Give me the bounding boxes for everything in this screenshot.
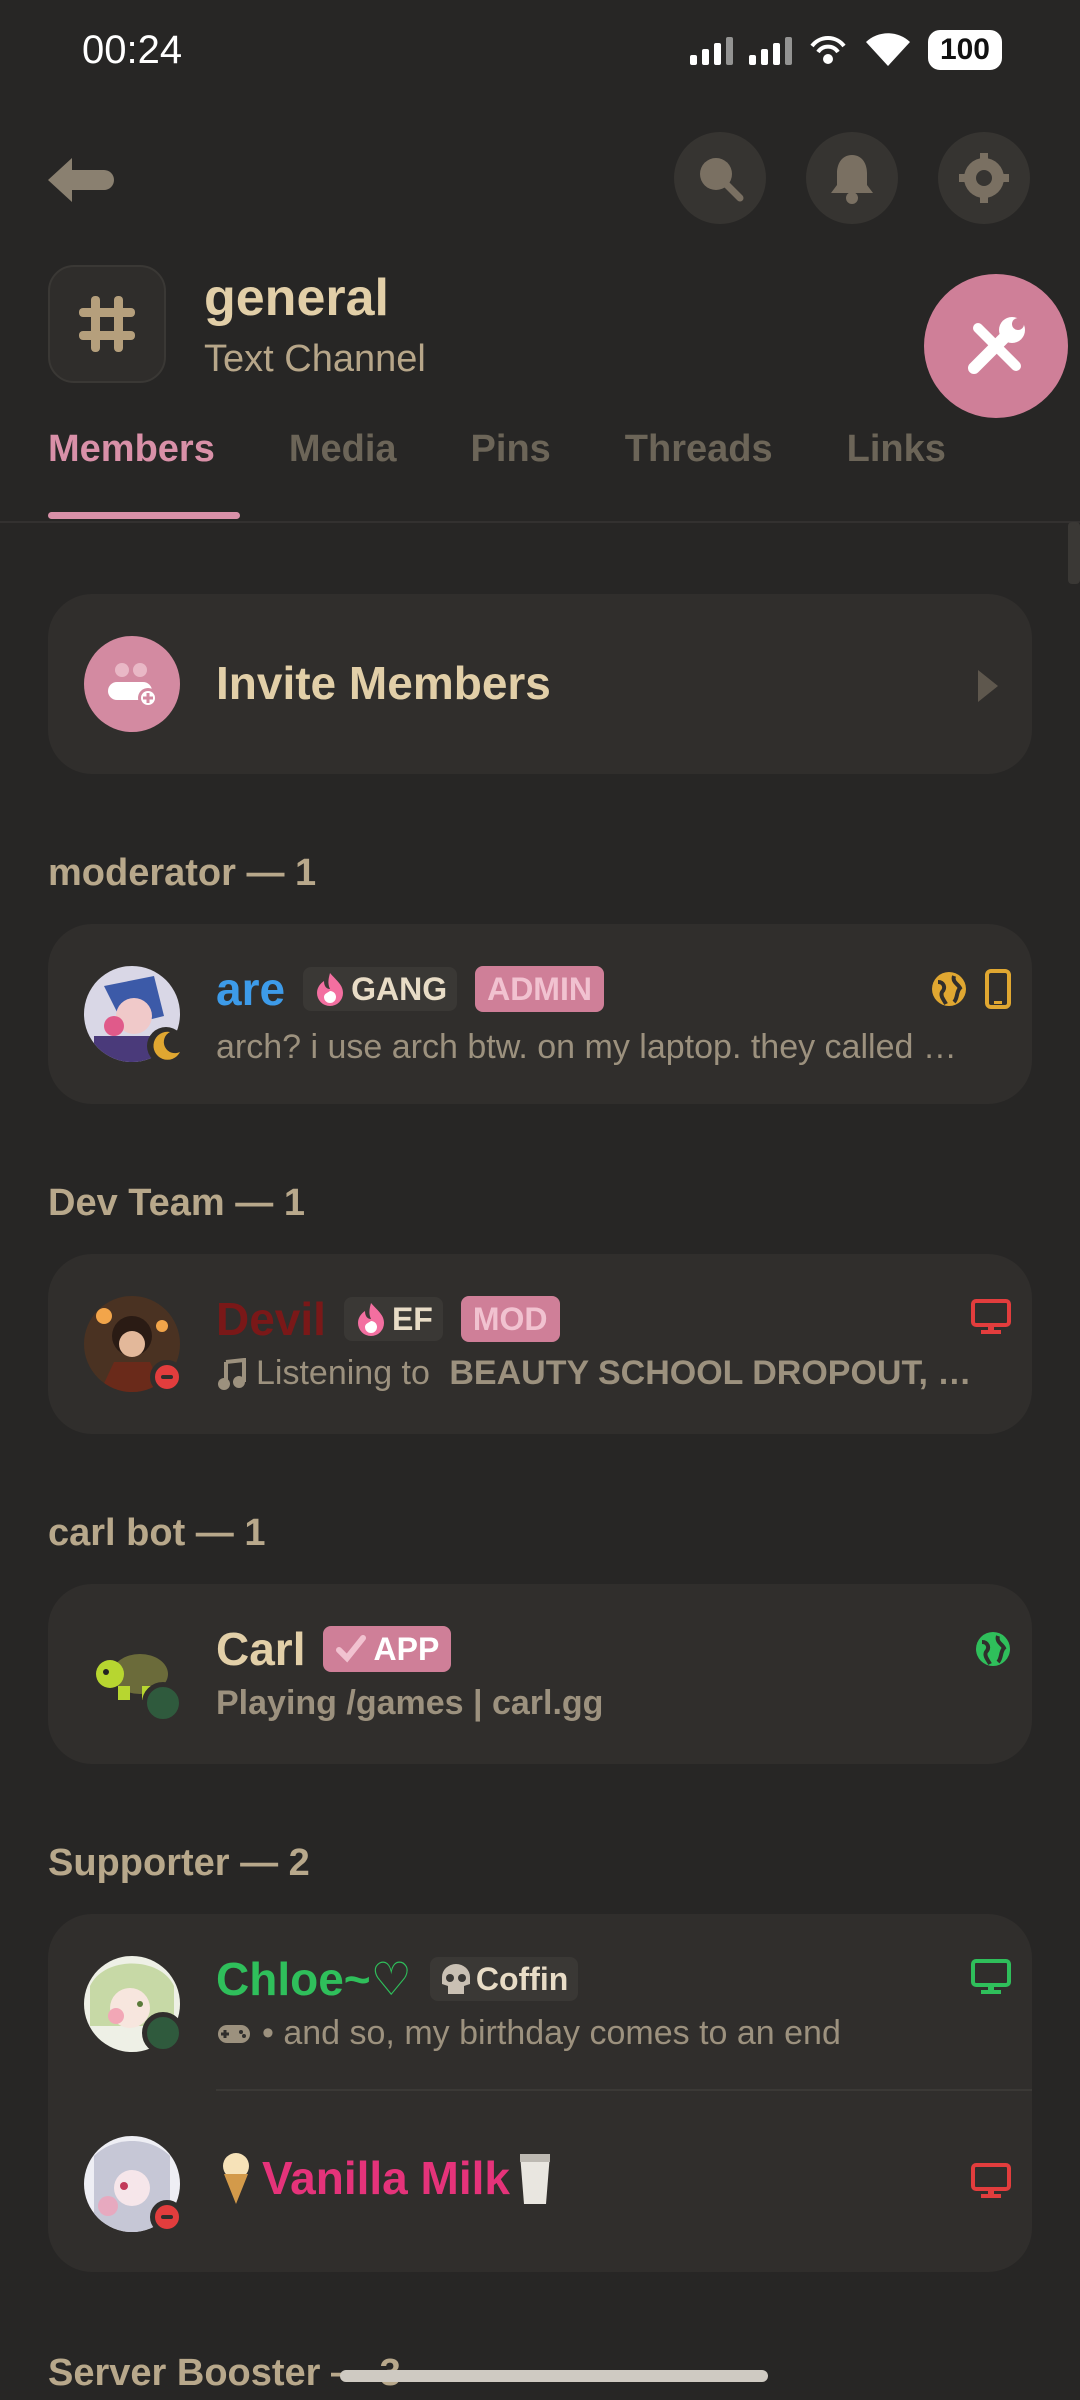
member-status-text: Playing /games | carl.gg [216,1684,604,1722]
member-name: are [216,963,286,1015]
member-name: Chloe~♡ [216,1953,412,2005]
scrollbar[interactable] [1068,522,1080,584]
online-status-icon [142,1682,184,1724]
tab-media[interactable]: Media [289,428,397,471]
dnd-status-icon [150,2200,184,2234]
section-header: carl bot — 1 [48,1512,266,1554]
chevron-right-icon [978,670,998,702]
avatar [84,966,185,1065]
member-name: Devil [216,1293,326,1345]
avatar [84,2136,184,2234]
avatar [84,1956,184,2054]
invite-icon [84,636,180,732]
member-name-row: Devil EF MOD [216,1292,560,1346]
server-tag: Coffin [429,1957,579,2001]
hotspot-icon [810,36,846,64]
add-member-icon [108,663,158,708]
server-tag-label: EF [391,1300,433,1337]
member-status-text: arch? i use arch btw. on my laptop. they… [216,1028,957,1066]
avatar [84,1626,184,1724]
milk-glass-icon [520,2154,550,2204]
flame-icon [317,973,344,1006]
device-icons [974,1630,1012,1668]
status-text: • and so, my birthday comes to an end [262,2014,841,2052]
settings-button[interactable] [938,132,1030,224]
music-note-icon [218,1357,246,1390]
desktop-icon [971,1299,1011,1334]
bell-icon [831,155,873,204]
tab-pins[interactable]: Pins [471,428,551,471]
member-name-row: Vanilla Milk [216,2150,554,2206]
dnd-status-icon [150,1360,184,1394]
app-badge-label: APP [373,1630,440,1667]
status-icons: 100 [689,30,1002,70]
wrench-icon [968,317,1025,374]
channel-settings-fab[interactable] [924,274,1068,418]
channel-name: general [204,269,389,327]
back-arrow-icon [48,158,114,202]
server-tag: GANG [303,967,458,1011]
tab-divider [0,521,1080,523]
desktop-icon [971,2163,1011,2198]
activity-prefix: Listening to [256,1354,440,1392]
member-status-text: Listening to BEAUTY SCHOOL DROPOUT, … [216,1354,996,1393]
mobile-icon [985,969,1011,1009]
signal-icon [689,35,733,65]
section-header: moderator — 1 [48,852,317,894]
signal-icon-2 [748,35,792,65]
channel-icon [48,265,166,383]
web-icon [976,1632,1010,1666]
web-icon [932,972,966,1006]
hashtag-icon [79,296,135,352]
activity-title: BEAUTY SCHOOL DROPOUT, … [449,1354,972,1392]
gear-icon [959,153,1009,203]
idle-status-icon [147,1027,185,1065]
device-icons [970,1298,1012,1336]
device-icons [930,968,1012,1010]
role-badge: MOD [460,1296,560,1342]
device-icons [970,1958,1012,1996]
notifications-button[interactable] [806,132,898,224]
member-name: Vanilla Milk [262,2152,510,2204]
invite-members-label: Invite Members [216,657,551,709]
tab-links[interactable]: Links [847,428,946,471]
device-icons [970,2162,1012,2200]
ice-cream-icon [223,2153,249,2204]
checkmark-icon [336,1635,367,1663]
member-name-row: are GANG ADMIN [216,962,604,1016]
server-tag-label: GANG [351,970,448,1007]
desktop-icon [971,1959,1011,1994]
member-name-row: Carl APP [216,1622,452,1676]
back-button[interactable] [40,140,120,220]
wifi-icon [865,33,910,66]
member-name-row: Chloe~♡ Coffin [216,1952,579,2006]
active-tab-indicator [48,512,240,519]
battery-indicator: 100 [927,30,1002,70]
channel-type: Text Channel [204,338,426,380]
app-badge: APP [323,1626,452,1672]
search-button[interactable] [674,132,766,224]
section-header: Supporter — 2 [48,1842,310,1884]
flame-icon [357,1303,384,1336]
gamepad-icon [218,2024,250,2043]
skull-icon [441,1964,470,1994]
tab-members[interactable]: Members [48,428,215,471]
home-indicator[interactable] [340,2370,768,2382]
avatar [84,1296,184,1394]
role-badge: ADMIN [475,966,604,1012]
tab-bar: Members Media Pins Threads Links [48,428,946,471]
member-row[interactable] [48,1584,1032,1764]
status-time: 00:24 [82,28,183,72]
search-icon [700,158,744,202]
tab-threads[interactable]: Threads [625,428,773,471]
server-tag-label: Coffin [475,1960,569,1997]
member-name: Carl [216,1623,306,1675]
section-header: Dev Team — 1 [48,1182,305,1224]
online-status-icon [142,2012,184,2054]
server-tag: EF [343,1297,443,1341]
member-status-text: • and so, my birthday comes to an end [216,2014,996,2053]
